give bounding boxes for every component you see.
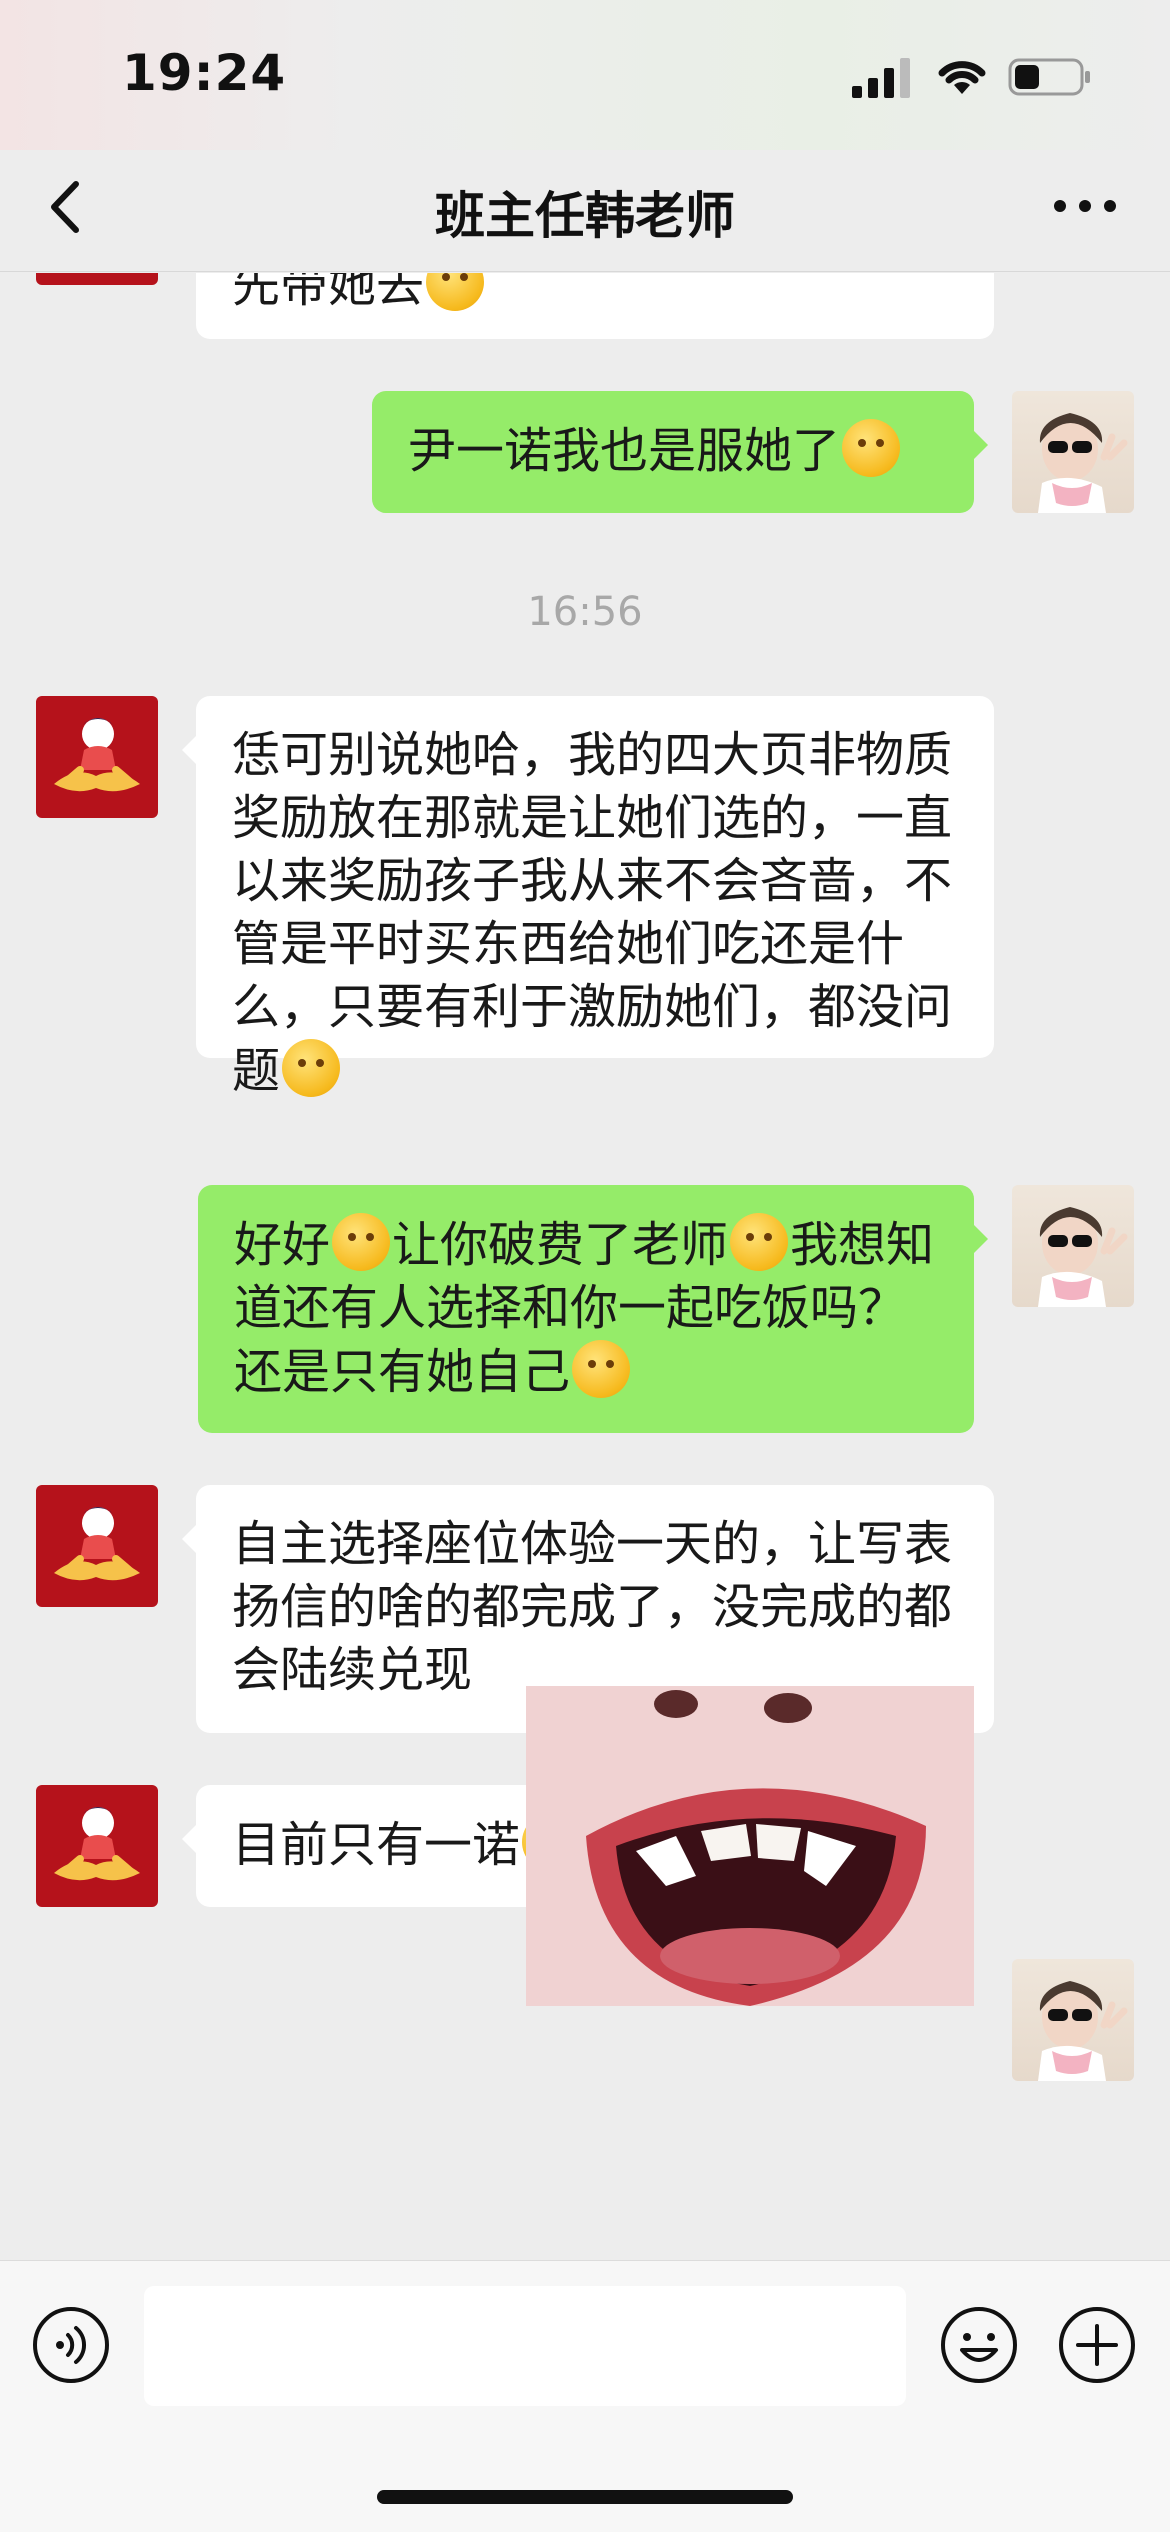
wifi-icon (938, 61, 986, 94)
message-input[interactable] (144, 2286, 906, 2406)
image-message[interactable] (526, 1686, 974, 2006)
message-text: 先带她去 (232, 273, 425, 313)
teacher-avatar[interactable] (36, 1485, 158, 1607)
relieved-emoji-icon (332, 1213, 391, 1271)
message-text: 尹一诺我也是服她了 (408, 423, 841, 479)
more-functions-button[interactable] (1056, 2304, 1138, 2386)
teacher-avatar[interactable] (36, 1785, 158, 1907)
my-avatar[interactable] (1012, 391, 1134, 513)
status-time: 19:24 (122, 44, 287, 102)
my-avatar[interactable] (1012, 1959, 1134, 2081)
message-text: 恁可别说她哈，我的四大页非物质奖励放在那就是让她们选的，一直以来奖励孩子我从来不… (232, 727, 953, 1099)
message-bubble-outgoing[interactable]: 好好 让你破费了老师 我想知道还有人选择和你一起吃饭吗？还是只有她自己 (198, 1185, 988, 1433)
crying-laughing-emoji-icon (572, 1340, 631, 1398)
home-indicator (377, 2490, 793, 2504)
message-timestamp: 16:56 (527, 589, 643, 635)
message-text: 让你破费了老师 (392, 1217, 729, 1273)
teacher-avatar[interactable] (36, 696, 158, 818)
teacher-avatar[interactable] (36, 273, 158, 285)
message-bubble-incoming[interactable]: 恁可别说她哈，我的四大页非物质奖励放在那就是让她们选的，一直以来奖励孩子我从来不… (182, 696, 994, 1099)
cellular-signal-icon (852, 58, 910, 98)
message-text: 好好 (234, 1217, 331, 1273)
battery-icon (1008, 58, 1090, 96)
message-bubble-outgoing[interactable]: 尹一诺我也是服她了 (372, 391, 988, 513)
voice-input-button[interactable] (30, 2304, 112, 2386)
chat-title: 班主任韩老师 (435, 187, 735, 245)
message-text: 目前只有一诺 (232, 1817, 521, 1873)
crying-laughing-emoji-icon (842, 419, 901, 477)
hand-over-mouth-emoji-icon (730, 1213, 789, 1271)
thinking-emoji-icon (426, 273, 485, 311)
my-avatar[interactable] (1012, 1185, 1134, 1307)
emoji-picker-button[interactable] (938, 2304, 1020, 2386)
more-options-button[interactable] (1050, 186, 1120, 226)
message-bubble-incoming[interactable]: 先带她去 (196, 273, 994, 339)
message-text: 自主选择座位体验一天的，让写表扬信的啥的都完成了，没完成的都会陆续兑现 (232, 1516, 953, 1698)
smirk-emoji-icon (282, 1039, 341, 1097)
